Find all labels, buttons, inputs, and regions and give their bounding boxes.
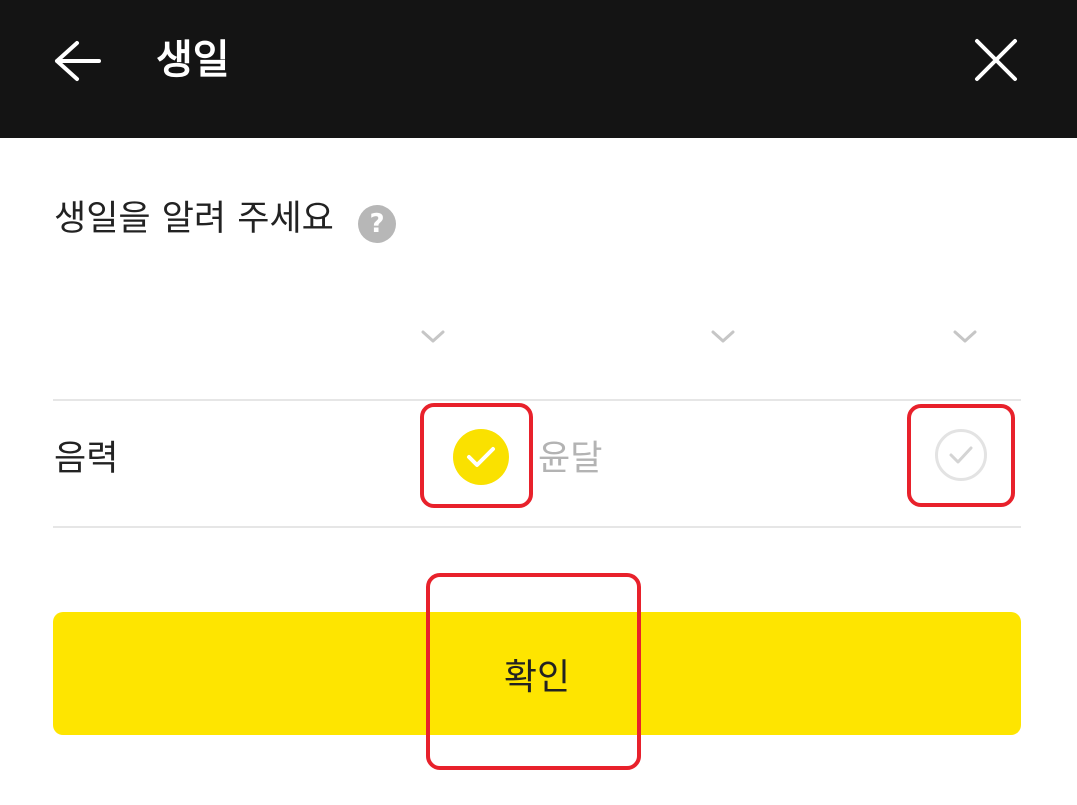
lunar-checkbox[interactable] bbox=[453, 429, 509, 485]
close-button[interactable] bbox=[960, 24, 1032, 96]
divider bbox=[53, 399, 1021, 401]
birthday-prompt: 생일을 알려 주세요 bbox=[54, 199, 334, 239]
page-title: 생일 bbox=[156, 37, 230, 83]
back-button[interactable] bbox=[42, 26, 112, 96]
chevron-down-icon[interactable] bbox=[708, 322, 738, 352]
check-icon bbox=[467, 447, 495, 467]
leap-month-label: 윤달 bbox=[538, 439, 603, 479]
app-header: 생일 bbox=[0, 0, 1077, 138]
confirm-button[interactable]: 확인 bbox=[53, 612, 1021, 735]
leap-month-checkbox[interactable] bbox=[935, 429, 987, 481]
close-icon bbox=[975, 39, 1017, 81]
birthday-screen: 생일 생일을 알려 주세요 ? 음력 윤달 확인 bbox=[0, 0, 1077, 805]
chevron-down-icon[interactable] bbox=[418, 322, 448, 352]
lunar-label: 음력 bbox=[54, 439, 119, 479]
confirm-button-label: 확인 bbox=[503, 656, 571, 698]
divider bbox=[53, 526, 1021, 528]
question-mark-icon[interactable]: ? bbox=[358, 205, 396, 243]
arrow-left-icon bbox=[55, 41, 101, 81]
chevron-down-icon[interactable] bbox=[950, 322, 980, 352]
check-icon bbox=[949, 446, 973, 464]
